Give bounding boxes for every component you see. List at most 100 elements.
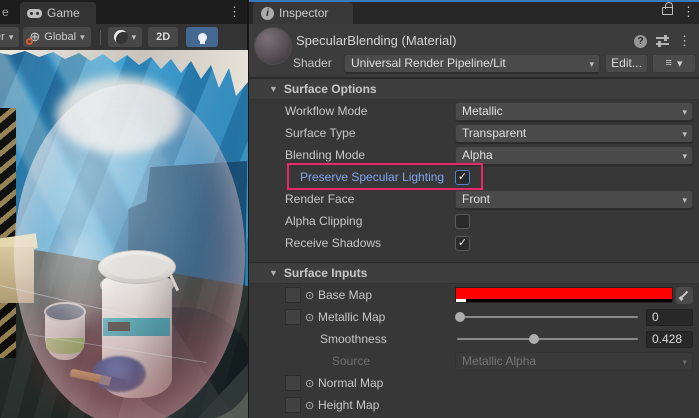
blending-mode-dropdown[interactable]: Alpha ▾ [455,146,693,165]
blending-mode-row: Blending Mode Alpha ▾ [249,144,699,166]
surface-options-title: Surface Options [284,82,377,96]
smoothness-row: Smoothness 0.428 [249,328,699,350]
normal-map-label: Normal Map [318,376,383,390]
alpha-clipping-label: Alpha Clipping [285,214,455,228]
chevron-down-icon: ▾ [682,129,687,140]
slider-handle[interactable] [529,334,539,344]
game-toolbar: ter ▾ ⊕ Global ▾ ▾ 2D [0,24,247,50]
global-dropdown-button[interactable]: ⊕ Global ▾ [23,27,90,47]
chevron-down-icon: ▾ [80,32,85,43]
source-label: Source [332,354,370,368]
preserve-specular-lighting-checkbox[interactable]: ✓ [455,170,470,185]
shader-label: Shader [293,56,344,70]
game-kebab-menu-icon[interactable]: ⋮ [228,4,241,20]
chevron-down-icon: ▾ [682,195,687,206]
shader-row: Shader Universal Render Pipeline/Lit ▾ E… [293,53,696,73]
texture-picker-icon[interactable]: ⊙ [305,377,318,390]
normal-map-row: ⊙ Normal Map [249,372,699,394]
eyedropper-button[interactable] [676,287,693,304]
surface-type-row: Surface Type Transparent ▾ [249,122,699,144]
shader-dropdown-value: Universal Render Pipeline/Lit [351,56,506,70]
base-map-texture-slot[interactable] [285,287,301,303]
base-map-color-field[interactable] [455,287,673,303]
preserve-specular-lighting-row: Preserve Specular Lighting ✓ [249,166,699,188]
metallic-value-field[interactable]: 0 [646,309,693,326]
shader-menu-button[interactable]: ≡ ▾ [652,54,696,73]
edit-button-label: Edit... [611,56,642,70]
smoothness-value-field[interactable]: 0.428 [646,331,693,348]
smoothness-slider[interactable] [455,330,640,348]
chevron-down-icon: ▾ [9,32,14,43]
workflow-mode-dropdown[interactable]: Metallic ▾ [455,102,693,121]
workflow-mode-value: Metallic [462,104,503,118]
metallic-map-texture-slot[interactable] [285,309,301,325]
alpha-clipping-checkbox[interactable] [455,214,470,229]
render-face-dropdown[interactable]: Front ▾ [455,190,693,209]
unlock-icon[interactable] [662,7,673,15]
texture-picker-icon[interactable]: ⊙ [305,311,318,324]
height-map-texture-slot[interactable] [285,397,301,413]
chevron-down-icon: ▾ [677,57,683,70]
inspector-tab-label: Inspector [279,6,328,20]
shader-dropdown[interactable]: Universal Render Pipeline/Lit ▾ [344,54,600,73]
texture-picker-icon[interactable]: ⊙ [305,289,318,302]
game-tab-label: Game [47,6,80,20]
inspector-kebab-menu-icon[interactable]: ⋮ [682,4,695,20]
slider-track [457,338,638,340]
chevron-down-icon: ▾ [682,151,687,162]
foldout-arrow-icon: ▼ [269,84,278,94]
menu-icon: ≡ [666,57,672,69]
material-preview-sphere[interactable] [254,27,292,65]
edit-shader-button[interactable]: Edit... [605,54,648,73]
section-surface-inputs[interactable]: ▼ Surface Inputs [249,262,699,284]
receive-shadows-row: Receive Shadows ✓ [249,232,699,254]
render-face-value: Front [462,192,490,206]
base-map-label: Base Map [318,288,372,302]
alpha-bar [456,299,672,302]
tab-game[interactable]: Game [20,2,96,24]
presets-icon[interactable] [656,35,669,47]
foldout-arrow-icon: ▼ [269,268,278,278]
toolbar-separator [100,30,101,45]
pivot-dropdown-button[interactable]: ter ▾ [0,27,19,47]
2d-toggle-button[interactable]: 2D [148,27,178,47]
preserve-specular-lighting-label: Preserve Specular Lighting [285,170,455,184]
shaded-sphere-icon [114,30,128,44]
section-surface-options[interactable]: ▼ Surface Options [249,78,699,100]
workflow-mode-row: Workflow Mode Metallic ▾ [249,100,699,122]
metallic-value: 0 [652,310,659,324]
source-dropdown: Metallic Alpha ▾ [455,352,693,371]
game-viewport[interactable] [0,50,248,418]
game-panel: e Game ⋮ ter ▾ ⊕ Global ▾ ▾ 2D [0,0,248,418]
metallic-slider[interactable] [455,308,640,326]
blending-mode-label: Blending Mode [285,148,455,162]
lighting-toggle-button[interactable] [186,27,218,47]
surface-inputs-title: Surface Inputs [284,266,367,280]
info-icon: i [261,7,274,20]
surface-type-dropdown[interactable]: Transparent ▾ [455,124,693,143]
tab-inspector[interactable]: i Inspector [253,2,353,24]
render-face-row: Render Face Front ▾ [249,188,699,210]
help-icon[interactable]: ? [634,35,647,48]
game-tab-strip: e Game ⋮ [0,0,247,24]
inspector-tab-strip: i Inspector ⋮ [249,0,699,24]
normal-map-texture-slot[interactable] [285,375,301,391]
header-kebab-menu-icon[interactable]: ⋮ [678,33,691,49]
surface-type-label: Surface Type [285,126,455,140]
base-map-row: ⊙ Base Map [249,284,699,306]
alpha-clipping-row: Alpha Clipping [249,210,699,232]
partial-tab[interactable]: e [2,5,9,19]
smoothness-value: 0.428 [652,332,682,346]
check-icon: ✓ [458,171,467,183]
texture-picker-icon[interactable]: ⊙ [305,399,318,412]
slider-handle[interactable] [455,312,465,322]
slider-track [457,316,638,318]
chevron-down-icon: ▾ [589,59,594,70]
shading-mode-dropdown-button[interactable]: ▾ [108,27,143,47]
material-header: SpecularBlending (Material) ? ⋮ Shader U… [249,24,699,78]
metallic-map-label: Metallic Map [318,310,385,324]
receive-shadows-checkbox[interactable]: ✓ [455,236,470,251]
chevron-down-icon: ▾ [682,107,687,118]
source-value: Metallic Alpha [462,354,536,368]
workflow-mode-label: Workflow Mode [285,104,455,118]
